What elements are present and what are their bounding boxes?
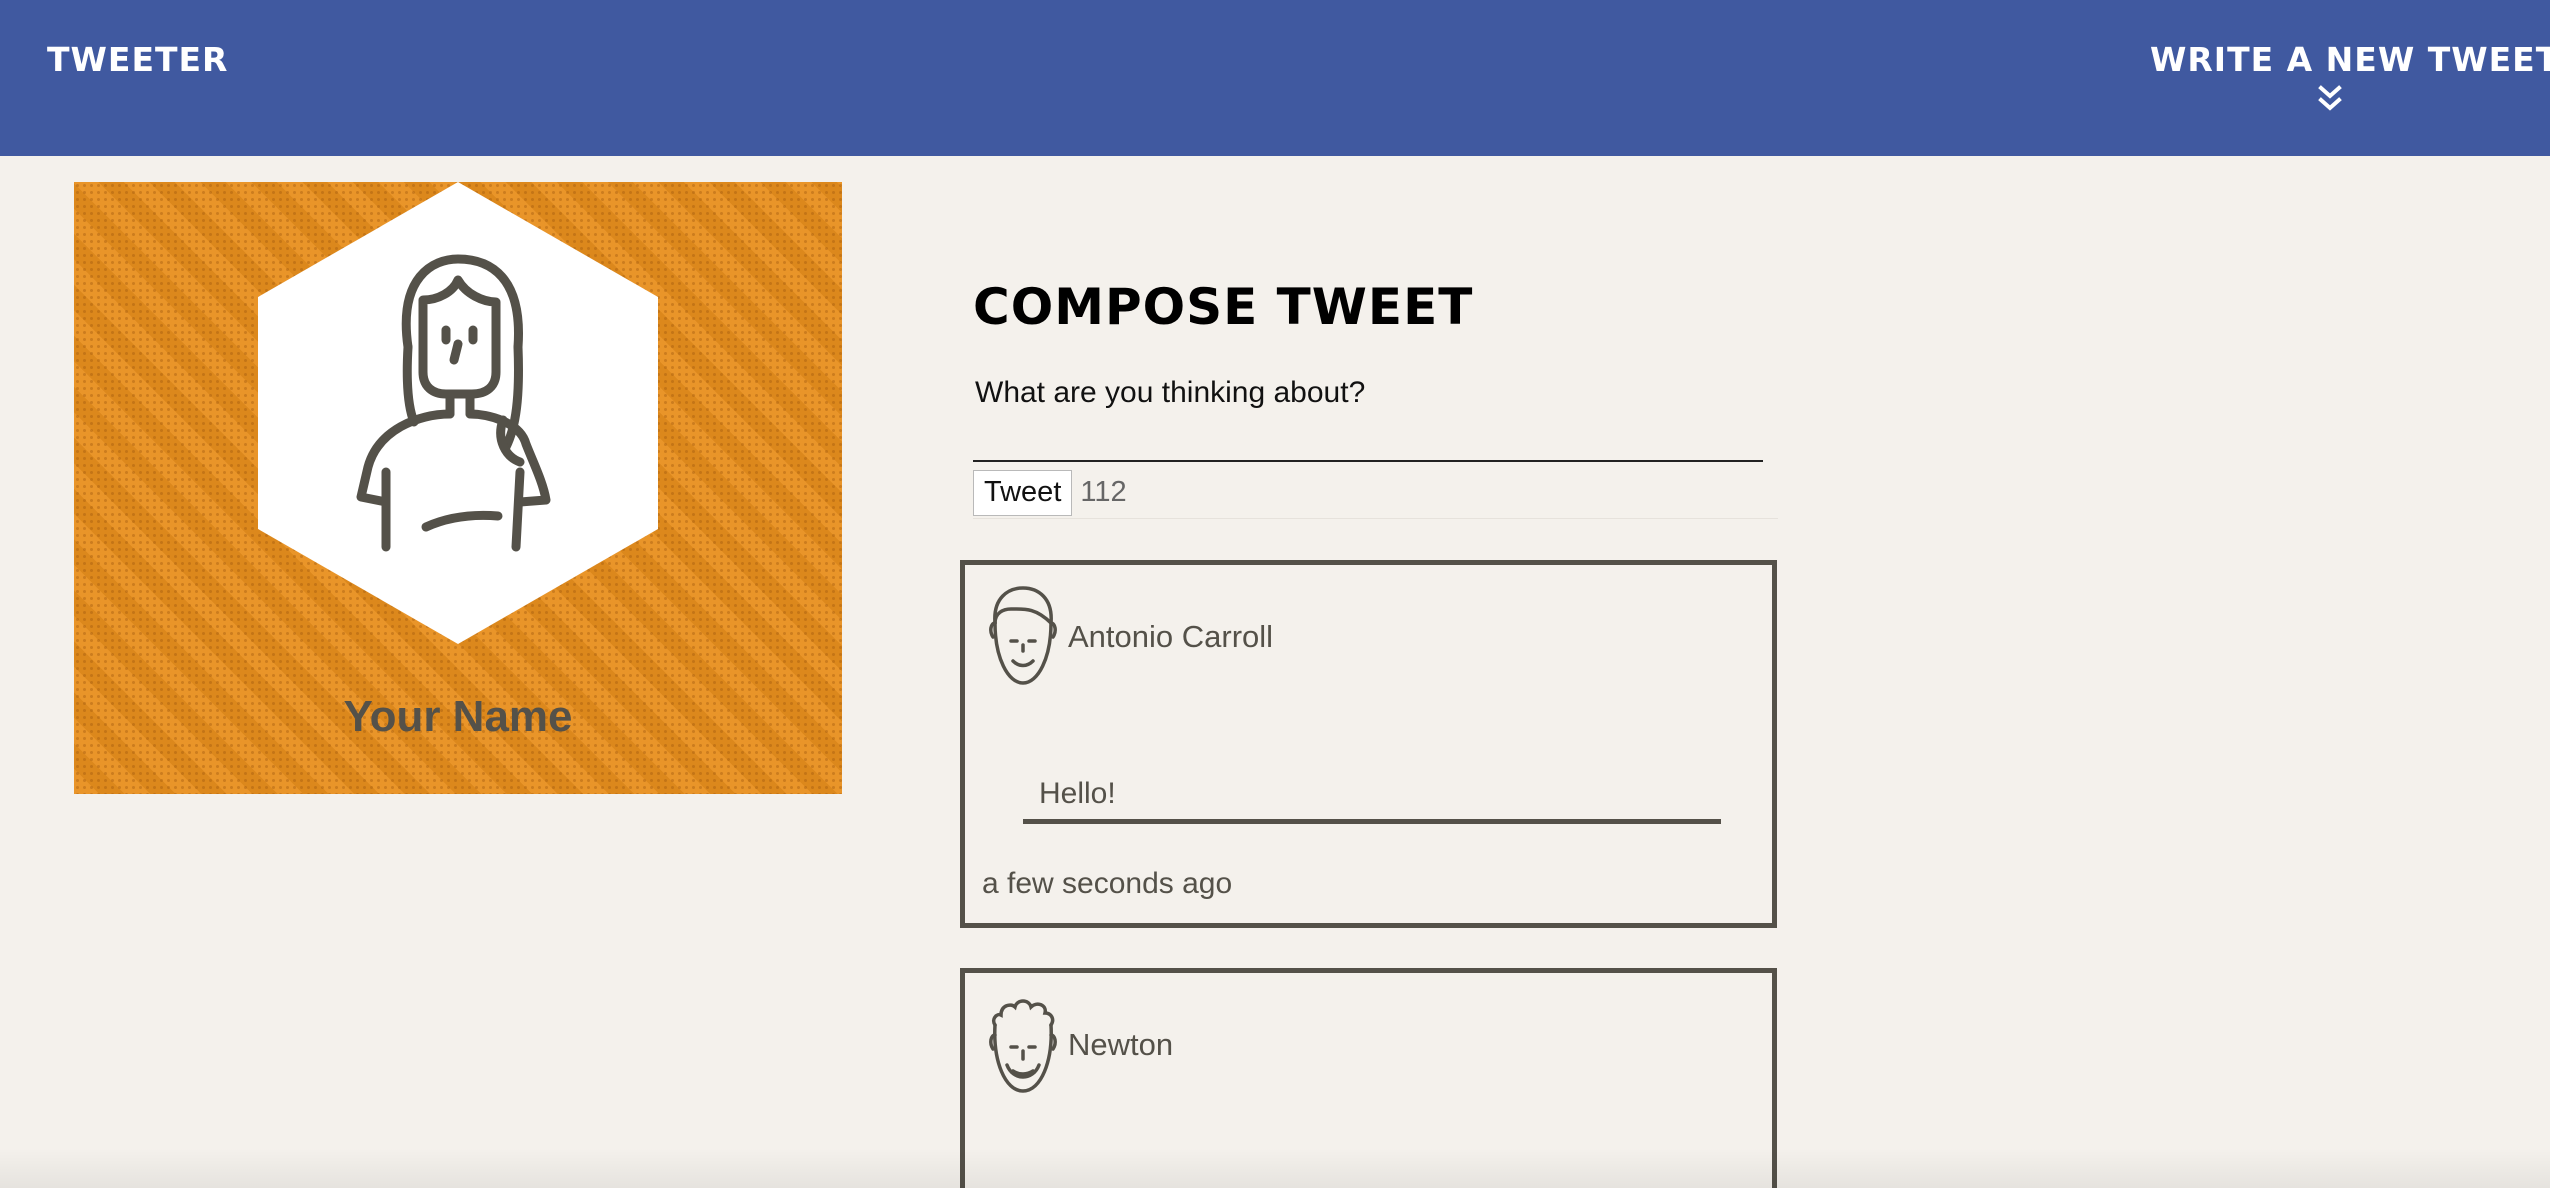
write-new-tweet-button[interactable]: WRITE A NEW TWEET <box>2150 40 2550 113</box>
char-counter: 112 <box>1080 476 1127 508</box>
profile-name: Your Name <box>343 692 573 741</box>
tweet-author: Newton <box>1068 1027 1174 1062</box>
double-chevron-down-icon <box>2318 85 2342 111</box>
brand-logo[interactable]: TWEETER <box>47 40 228 79</box>
tweet-card: Antonio Carroll Hello! a few seconds ago <box>960 560 1777 928</box>
compose-actions: Tweet 112 <box>973 467 1778 519</box>
profile-avatar <box>258 182 658 644</box>
tweet-button[interactable]: Tweet <box>973 469 1073 516</box>
curly-hair-avatar-icon <box>989 999 1057 1093</box>
write-new-tweet-label: WRITE A NEW TWEET <box>2150 40 2550 79</box>
tweet-author: Antonio Carroll <box>1068 619 1274 654</box>
top-nav: TWEETER WRITE A NEW TWEET <box>0 0 2550 156</box>
tweet-input[interactable] <box>973 372 1763 462</box>
compose-title: COMPOSE TWEET <box>973 278 1474 336</box>
tweet-card: Newton <box>960 968 1777 1188</box>
tweet-timestamp: a few seconds ago <box>982 867 1233 900</box>
tweet-text: Hello! <box>1023 777 1721 824</box>
profile-card: Your Name <box>74 182 842 794</box>
man-avatar-icon <box>989 586 1057 685</box>
